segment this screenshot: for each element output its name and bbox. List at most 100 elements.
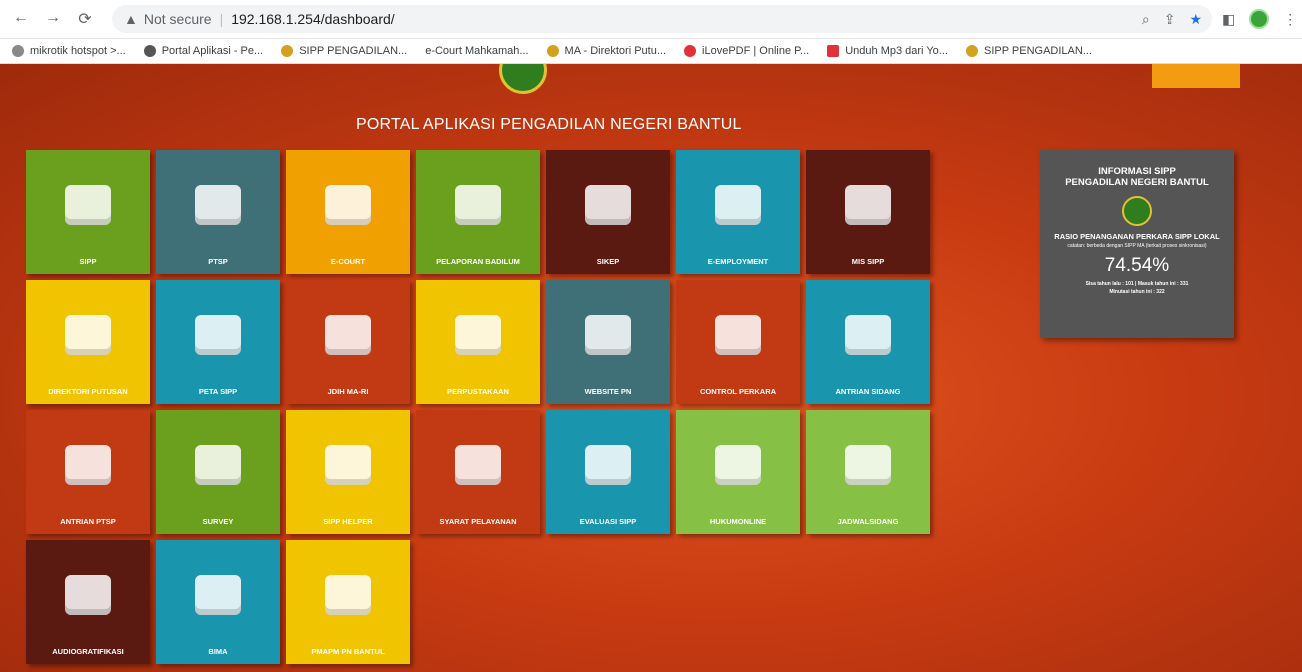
tile-icon [195,574,241,615]
tile-icon [845,444,891,485]
forward-arrow-icon[interactable]: → [44,9,62,29]
app-tile-e-employment[interactable]: E-EMPLOYMENT [676,150,800,274]
app-tile-jdih-ma-ri[interactable]: JDIH MA-RI [286,280,410,404]
tile-label: SYARAT PELAYANAN [439,517,517,526]
tile-label: SIKEP [596,257,620,266]
tile-icon [65,444,111,485]
tile-label: MIS SIPP [851,257,885,266]
app-tile-jadwalsidang[interactable]: JADWALSIDANG [806,410,930,534]
app-tile-control-perkara[interactable]: CONTROL PERKARA [676,280,800,404]
app-tile-syarat-pelayanan[interactable]: SYARAT PELAYANAN [416,410,540,534]
portal-title: PORTAL APLIKASI PENGADILAN NEGERI BANTUL [356,116,742,133]
app-tile-ptsp[interactable]: PTSP [156,150,280,274]
tile-label: PELAPORAN BADILUM [436,257,520,266]
tile-label: JDIH MA-RI [327,387,369,396]
back-arrow-icon[interactable]: ← [12,9,30,29]
app-tile-bima[interactable]: BIMA [156,540,280,664]
tile-icon [65,314,111,355]
app-tile-perpustakaan[interactable]: PERPUSTAKAAN [416,280,540,404]
tile-icon [585,314,631,355]
app-tile-website-pn[interactable]: WEBSITE PN [546,280,670,404]
app-tile-hukumonline[interactable]: HUKUMONLINE [676,410,800,534]
app-tile-pelaporan-badilum[interactable]: PELAPORAN BADILUM [416,150,540,274]
separator: | [219,11,224,27]
bookmark-item[interactable]: SIPP PENGADILAN... [965,45,1092,57]
tile-label: CONTROL PERKARA [699,387,777,396]
tile-label: PETA SIPP [198,387,238,396]
tile-label: DIREKTORI PUTUSAN [48,387,128,396]
tile-label: SIPP [79,257,97,266]
heart-icon [684,45,697,57]
bookmark-item[interactable]: Portal Aplikasi - Pe... [143,45,264,57]
app-tile-audiogratifikasi[interactable]: AUDIOGRATIFIKASI [26,540,150,664]
top-right-tab[interactable] [1152,64,1240,88]
tile-icon [195,444,241,485]
app-tile-antrian-ptsp[interactable]: ANTRIAN PTSP [26,410,150,534]
bookmark-item[interactable]: MA - Direktori Putu... [546,45,666,57]
bookmark-label: SIPP PENGADILAN... [983,45,1092,57]
app-tile-peta-sipp[interactable]: PETA SIPP [156,280,280,404]
app-tile-sipp-helper[interactable]: SIPP HELPER [286,410,410,534]
court-seal-icon [1122,196,1152,226]
bookmark-item[interactable]: SIPP PENGADILAN... [281,45,407,57]
share-icon[interactable]: ⇪ [1164,11,1176,28]
wifi-icon [12,45,24,57]
app-tile-mis-sipp[interactable]: MIS SIPP [806,150,930,274]
minutasi-stats: Minutasi tahun ini : 322 [1109,289,1165,295]
app-tile-evaluasi-sipp[interactable]: EVALUASI SIPP [546,410,670,534]
tile-icon [715,184,761,225]
tile-icon [325,444,371,485]
bookmark-label: Portal Aplikasi - Pe... [161,45,264,57]
tile-label: EVALUASI SIPP [579,517,637,526]
tile-label: E-EMPLOYMENT [707,257,769,266]
tile-label: AUDIOGRATIFIKASI [52,647,124,656]
ratio-label: RASIO PENANGANAN PERKARA SIPP LOKAL [1054,232,1220,241]
tile-icon [455,184,501,225]
tile-icon [715,314,761,355]
app-tile-pmapm-pn-bantul[interactable]: PMAPM PN BANTUL [286,540,410,664]
bookmark-label: mikrotik hotspot >... [30,45,126,57]
tile-icon [845,314,891,355]
url-text[interactable]: 192.168.1.254/dashboard/ [231,11,394,27]
tile-icon [65,574,111,615]
bookmark-label: iLovePDF | Online P... [702,45,810,57]
profile-avatar[interactable] [1249,9,1270,29]
app-tile-sipp[interactable]: SIPP [26,150,150,274]
ratio-stats: Sisa tahun lalu : 101 | Masuk tahun ini … [1085,281,1189,287]
ratio-note: catatan: berbeda dengan SIPP MA (terkait… [1067,243,1207,249]
bookmark-label: e-Court Mahkamah... [425,45,529,57]
tile-icon [845,184,891,225]
app-tile-sikep[interactable]: SIKEP [546,150,670,274]
bookmark-item[interactable]: mikrotik hotspot >... [12,45,126,57]
tile-icon [65,184,111,225]
tile-label: JADWALSIDANG [837,517,899,526]
bookmark-item[interactable]: e-Court Mahkamah... [425,45,528,57]
tile-icon [455,444,501,485]
info-panel: INFORMASI SIPP PENGADILAN NEGERI BANTUL … [1040,150,1234,338]
tile-icon [325,184,371,225]
warning-icon[interactable]: ▲ [124,11,138,27]
side-panel-icon[interactable]: ◧ [1222,11,1235,28]
app-tile-survey[interactable]: SURVEY [156,410,280,534]
app-tile-antrian-sidang[interactable]: ANTRIAN SIDANG [806,280,930,404]
app-tile-direktori-putusan[interactable]: DIREKTORI PUTUSAN [26,280,150,404]
zoom-icon[interactable]: ⌕ [1142,11,1150,28]
tile-label: E-COURT [330,257,366,266]
menu-icon[interactable]: ⋮ [1283,11,1297,28]
address-bar[interactable]: ▲ Not secure | 192.168.1.254/dashboard/ … [112,5,1212,33]
tile-label: WEBSITE PN [584,387,632,396]
site-icon [546,45,559,57]
app-tile-e-court[interactable]: E-COURT [286,150,410,274]
tile-label: SIPP HELPER [323,517,373,526]
portal-page: PORTAL APLIKASI PENGADILAN NEGERI BANTUL… [0,64,1302,672]
tile-label: ANTRIAN SIDANG [835,387,901,396]
bookmark-item[interactable]: Unduh Mp3 dari Yo... [827,45,948,57]
site-icon [965,45,978,57]
reload-icon[interactable]: ⟳ [76,9,94,29]
tile-icon [455,314,501,355]
bookmark-star-icon[interactable]: ★ [1189,11,1202,28]
tile-icon [195,314,241,355]
tile-label: PTSP [208,257,228,266]
download-icon [827,45,840,57]
bookmark-item[interactable]: iLovePDF | Online P... [684,45,809,57]
